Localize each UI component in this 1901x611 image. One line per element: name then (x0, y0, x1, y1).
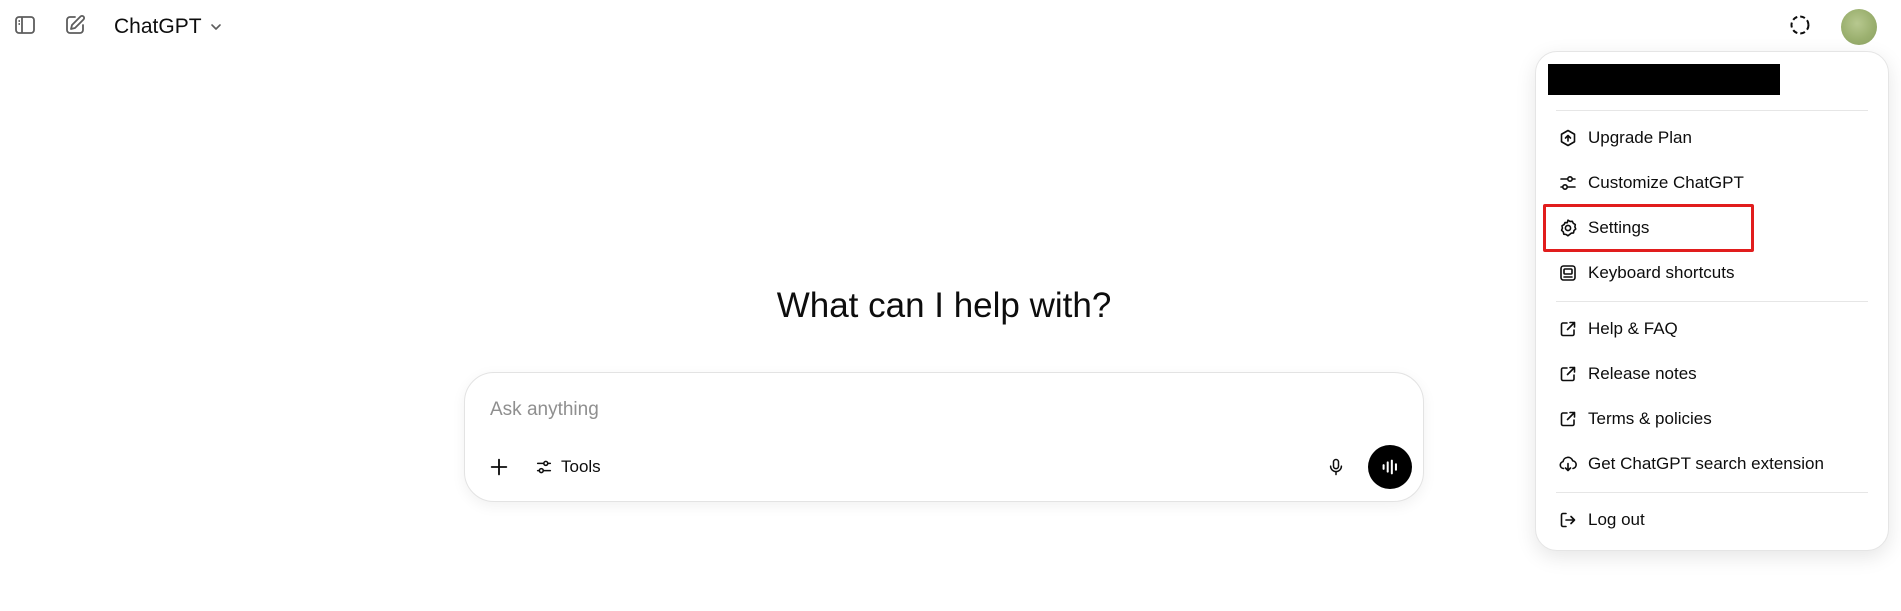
app-title: ChatGPT (114, 15, 202, 38)
menu-divider (1556, 492, 1868, 493)
menu-item-label: Customize ChatGPT (1588, 173, 1744, 192)
external-link-icon (1560, 411, 1576, 427)
temporary-chat-icon (1790, 15, 1810, 35)
menu-item-settings[interactable]: Settings (1546, 208, 1880, 248)
new-chat-button[interactable] (60, 10, 90, 40)
microphone-icon (1329, 458, 1343, 476)
model-switcher[interactable]: ChatGPT (108, 12, 230, 42)
chatgpt-home: ChatGPT What can I help with? Tools (0, 0, 1901, 611)
sliders-icon (536, 460, 552, 474)
extension-icon (1559, 456, 1577, 472)
menu-item-label: Log out (1588, 510, 1645, 529)
sidebar-toggle-button[interactable] (10, 10, 40, 40)
composer: Tools (464, 372, 1424, 502)
menu-item-label: Settings (1588, 218, 1650, 237)
menu-item-label: Keyboard shortcuts (1588, 263, 1735, 282)
menu-item-label: Release notes (1588, 364, 1697, 383)
plus-icon (490, 458, 508, 476)
menu-item-label: Get ChatGPT search extension (1588, 454, 1824, 473)
menu-item-log-out[interactable]: Log out (1546, 500, 1880, 540)
menu-item-label: Terms & policies (1588, 409, 1712, 428)
external-link-icon (1560, 321, 1576, 337)
attach-button[interactable] (483, 451, 515, 483)
menu-item-keyboard-shortcuts[interactable]: Keyboard shortcuts (1546, 253, 1880, 293)
menu-item-release-notes[interactable]: Release notes (1546, 354, 1880, 394)
voice-waveform-icon (1382, 459, 1397, 475)
menu-divider (1556, 301, 1868, 302)
sidebar-toggle-icon (15, 16, 35, 34)
menu-item-label: Help & FAQ (1588, 319, 1678, 338)
account-menu: Upgrade Plan Customize ChatGPT Settings (1535, 51, 1889, 551)
menu-item-search-extension[interactable]: Get ChatGPT search extension (1546, 444, 1880, 484)
tools-label: Tools (561, 457, 601, 476)
customize-icon (1560, 175, 1576, 191)
prompt-input[interactable] (490, 395, 1390, 425)
menu-item-customize-chatgpt[interactable]: Customize ChatGPT (1546, 163, 1880, 203)
chevron-down-icon (210, 24, 221, 30)
upgrade-icon (1560, 129, 1576, 147)
external-link-icon (1560, 366, 1576, 382)
menu-item-label: Upgrade Plan (1588, 128, 1692, 147)
tools-button[interactable]: Tools (529, 451, 607, 483)
voice-mode-button[interactable] (1368, 445, 1412, 489)
dictate-button[interactable] (1320, 451, 1352, 483)
logout-icon (1560, 512, 1576, 528)
redacted-account-email (1548, 64, 1780, 95)
menu-item-terms-policies[interactable]: Terms & policies (1546, 399, 1880, 439)
gear-icon (1560, 219, 1577, 237)
new-chat-icon (66, 15, 85, 34)
temporary-chat-button[interactable] (1785, 10, 1815, 40)
menu-item-help-faq[interactable]: Help & FAQ (1546, 309, 1880, 349)
menu-item-upgrade-plan[interactable]: Upgrade Plan (1546, 118, 1880, 158)
keyboard-icon (1560, 265, 1576, 281)
avatar[interactable] (1841, 9, 1877, 45)
menu-divider (1556, 110, 1868, 111)
